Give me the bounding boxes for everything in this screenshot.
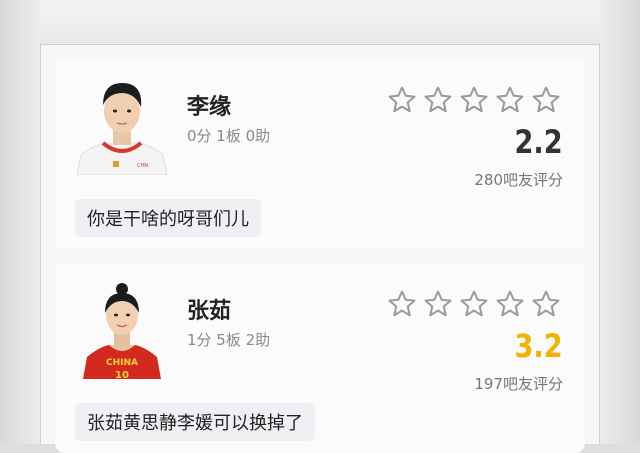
- star-icon[interactable]: [423, 289, 453, 319]
- player-score: 3.2: [514, 327, 563, 365]
- star-icon[interactable]: [495, 85, 525, 115]
- top-comment[interactable]: 张茹黄思静李媛可以换掉了: [75, 403, 315, 441]
- star-icon[interactable]: [495, 289, 525, 319]
- rating-count: 197吧友评分: [474, 375, 563, 393]
- star-icon[interactable]: [387, 289, 417, 319]
- star-icon[interactable]: [459, 289, 489, 319]
- frame-top: [0, 0, 640, 44]
- star-icon[interactable]: [459, 85, 489, 115]
- player-stats: 0分 1板 0助: [187, 127, 271, 145]
- star-icon[interactable]: [387, 85, 417, 115]
- player-card: CHN 李缘 0分 1板 0助 2.2 280吧友评分 你是干啥的呀哥们儿: [55, 59, 585, 249]
- player-stats: 1分 5板 2助: [187, 331, 271, 349]
- ratings-panel: CHN 李缘 0分 1板 0助 2.2 280吧友评分 你是干啥的呀哥们儿 CH…: [40, 44, 600, 453]
- rating-stars[interactable]: [387, 85, 561, 115]
- svg-text:CHN: CHN: [137, 163, 148, 169]
- player-avatar: CHN: [73, 75, 171, 175]
- player-card: CHINA 10 张茹 1分 5板 2助 3.2 197吧友评分 张茹黄思静李媛…: [55, 263, 585, 453]
- frame-right: [600, 0, 640, 444]
- rating-stars[interactable]: [387, 289, 561, 319]
- player-avatar: CHINA 10: [73, 279, 171, 379]
- frame-left: [0, 0, 40, 444]
- player-score: 2.2: [514, 123, 563, 161]
- svg-text:10: 10: [115, 370, 129, 379]
- jersey-text: CHINA: [106, 358, 138, 368]
- star-icon[interactable]: [531, 289, 561, 319]
- top-comment[interactable]: 你是干啥的呀哥们儿: [75, 199, 261, 237]
- star-icon[interactable]: [423, 85, 453, 115]
- player-name: 张茹: [187, 299, 232, 324]
- player-name: 李缘: [187, 95, 232, 120]
- rating-count: 280吧友评分: [474, 171, 563, 189]
- star-icon[interactable]: [531, 85, 561, 115]
